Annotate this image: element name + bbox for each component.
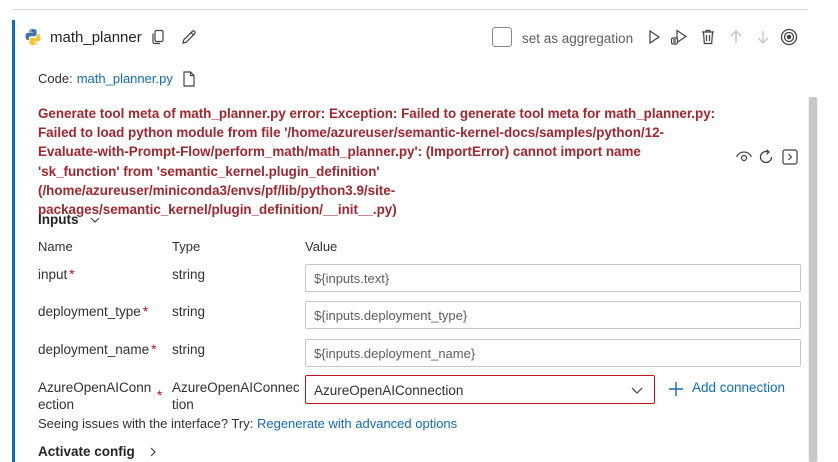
input-name-label: deployment_type — [38, 304, 141, 319]
open-file-icon[interactable] — [181, 70, 197, 88]
connection-name-line: AzureOpenAIConn — [38, 380, 152, 395]
column-header-name: Name — [38, 239, 73, 254]
eye-icon[interactable] — [735, 148, 753, 166]
error-line: packages/semantic_kernel/plugin_definiti… — [38, 202, 397, 218]
error-line: Failed to load python module from file '… — [38, 125, 664, 141]
error-line: 'sk_function' from 'semantic_kernel.plug… — [38, 163, 380, 179]
connection-type-line: tion — [172, 397, 194, 412]
connection-type: AzureOpenAIConnec tion — [172, 379, 300, 413]
top-divider — [12, 9, 808, 10]
chevron-down-icon — [630, 383, 644, 397]
column-header-value: Value — [305, 239, 338, 254]
connection-dropdown[interactable]: AzureOpenAIConnection — [305, 375, 655, 404]
python-icon — [24, 28, 42, 46]
code-file-link[interactable]: math_planner.py — [77, 71, 173, 86]
input-value-field[interactable]: ${inputs.deployment_type} — [305, 301, 801, 329]
edit-icon[interactable] — [180, 28, 198, 46]
error-line: (/home/azureuser/miniconda3/envs/pf/lib/… — [38, 182, 396, 198]
input-value-field[interactable]: ${inputs.deployment_name} — [305, 339, 801, 367]
connection-selected-value: AzureOpenAIConnection — [314, 383, 464, 398]
input-name: deployment_type * — [38, 303, 148, 320]
refresh-icon[interactable] — [757, 148, 775, 166]
error-message: Generate tool meta of math_planner.py er… — [38, 104, 738, 219]
code-file-row: Code: math_planner.py — [38, 71, 173, 86]
add-connection-label: Add connection — [692, 380, 786, 395]
connection-name-line: ection — [38, 397, 75, 412]
debug-run-icon[interactable] — [669, 27, 689, 47]
add-connection-button[interactable]: Add connection — [667, 380, 786, 396]
error-line: Evaluate-with-Prompt-Flow/perform_math/m… — [38, 144, 641, 160]
aggregation-checkbox[interactable] — [492, 27, 512, 47]
required-marker: * — [157, 388, 163, 403]
column-header-type: Type — [172, 239, 201, 254]
required-marker: * — [151, 342, 157, 357]
scrollbar-thumb[interactable] — [809, 97, 817, 462]
code-label: Code: — [38, 71, 73, 86]
required-marker: * — [69, 267, 75, 282]
issues-row: Seeing issues with the interface? Try: R… — [38, 416, 457, 431]
regenerate-link[interactable]: Regenerate with advanced options — [257, 416, 457, 431]
delete-icon[interactable] — [698, 27, 718, 47]
input-type: string — [172, 342, 206, 357]
node-header: math_planner set as aggregation — [24, 24, 804, 52]
required-marker: * — [142, 304, 149, 319]
move-down-icon[interactable] — [753, 27, 773, 47]
copy-icon[interactable] — [150, 28, 168, 46]
inputs-section-toggle[interactable]: Inputs — [38, 212, 102, 227]
input-name: input * — [38, 266, 75, 283]
input-type: string — [172, 304, 206, 319]
connection-name: AzureOpenAIConn ection — [38, 379, 151, 413]
input-name-label: deployment_name — [38, 342, 150, 357]
chevron-down-icon — [88, 213, 102, 227]
plus-icon — [667, 376, 685, 398]
expand-panel-icon[interactable] — [781, 148, 799, 166]
error-line: Generate tool meta of math_planner.py er… — [38, 106, 716, 121]
input-value-field[interactable]: ${inputs.text} — [305, 264, 801, 292]
node-name: math_planner — [50, 29, 142, 46]
input-name-label: input — [38, 267, 68, 282]
node-selection-accent — [12, 20, 15, 462]
connection-type-line: AzureOpenAIConnec — [172, 380, 300, 395]
issues-text: Seeing issues with the interface? Try: — [38, 416, 254, 431]
input-type: string — [172, 267, 206, 282]
target-icon[interactable] — [779, 27, 799, 47]
activate-config-title: Activate config — [38, 444, 135, 459]
activate-config-toggle[interactable]: Activate config — [38, 444, 159, 459]
inputs-title: Inputs — [38, 212, 79, 227]
chevron-right-icon — [147, 445, 159, 459]
run-icon[interactable] — [644, 27, 664, 47]
aggregation-label: set as aggregation — [522, 31, 634, 46]
move-up-icon[interactable] — [726, 27, 746, 47]
input-name: deployment_name * — [38, 341, 156, 358]
